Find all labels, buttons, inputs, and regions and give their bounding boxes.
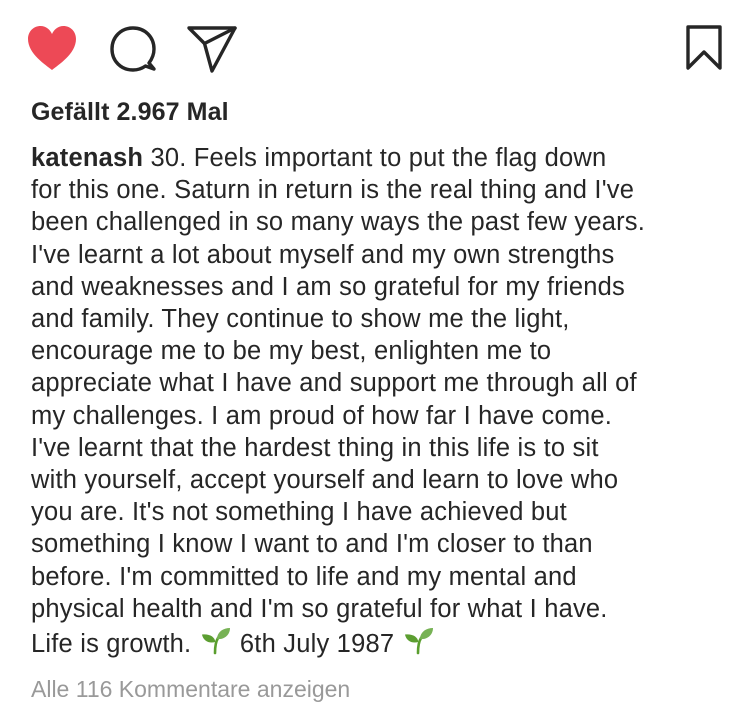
caption-date: 6th July 1987	[239, 630, 395, 659]
caption-line: before. I'm committed to life and my men…	[31, 562, 577, 591]
caption-line: something I know I want to and I'm close…	[31, 530, 593, 559]
caption-line: with yourself, accept yourself and learn…	[31, 466, 619, 495]
caption-line: encourage me to be my best, enlighten me…	[31, 337, 552, 366]
bookmark-icon[interactable]	[684, 23, 724, 71]
seedling-emoji-icon	[201, 625, 231, 663]
post-action-bar	[0, 0, 750, 100]
seedling-emoji-icon	[404, 625, 434, 663]
caption-line: appreciate what I have and support me th…	[31, 369, 637, 398]
caption-text: Life is growth.	[31, 630, 192, 659]
caption-line: I've learnt a lot about myself and my ow…	[31, 240, 615, 269]
speech-bubble-icon[interactable]	[108, 24, 158, 74]
caption-line: katenash 30. Feels important to put the …	[31, 142, 731, 174]
caption-line: for this one. Saturn in return is the re…	[31, 176, 635, 205]
caption-username[interactable]: katenash	[31, 144, 143, 172]
paper-plane-icon[interactable]	[186, 24, 238, 74]
caption-line-last: Life is growth. 6th July 1987	[31, 625, 731, 663]
heart-filled-icon[interactable]	[26, 24, 78, 72]
caption-line: and weaknesses and I am so grateful for …	[31, 272, 625, 301]
caption-line: physical health and I'm so grateful for …	[31, 594, 608, 623]
caption-line: you are. It's not something I have achie…	[31, 498, 567, 527]
caption-line: and family. They continue to show me the…	[31, 305, 570, 334]
view-all-comments-link[interactable]: Alle 116 Kommentare anzeigen	[31, 674, 350, 704]
caption-line: been challenged in so many ways the past…	[31, 208, 646, 237]
caption-text: 30. Feels important to put the flag down	[143, 144, 607, 172]
likes-count[interactable]: Gefällt 2.967 Mal	[31, 96, 229, 128]
post-caption: katenash 30. Feels important to put the …	[31, 142, 731, 663]
caption-line: my challenges. I am proud of how far I h…	[31, 401, 612, 430]
caption-line: I've learnt that the hardest thing in th…	[31, 433, 599, 462]
